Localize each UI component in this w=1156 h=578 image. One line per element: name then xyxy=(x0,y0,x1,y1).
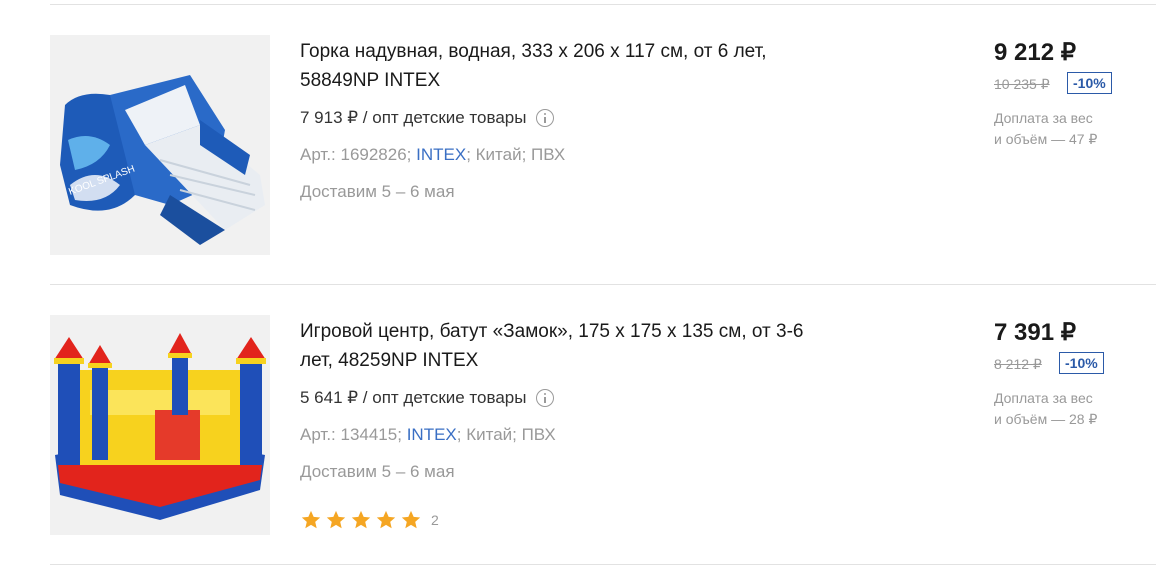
star-icon xyxy=(376,510,396,529)
wholesale-price-text: 7 913 ₽ / опт детские товары xyxy=(300,108,527,127)
star-icon xyxy=(401,510,421,529)
product-title-line: лет, 48259NP INTEX xyxy=(300,350,479,371)
inflatable-castle-bouncer-image xyxy=(50,315,270,535)
surcharge-line: Доплата за вес xyxy=(994,110,1093,126)
product-title-line: Горка надувная, водная, 333 х 206 х 117 … xyxy=(300,41,767,62)
wholesale-price-text: 5 641 ₽ / опт детские товары xyxy=(300,388,527,407)
rating[interactable]: 2 xyxy=(300,509,439,531)
current-price: 7 391 ₽ xyxy=(994,319,1076,346)
discount-badge: -10% xyxy=(1067,72,1112,94)
star-icon xyxy=(301,510,321,529)
star-icon xyxy=(326,510,346,529)
review-count[interactable]: 2 xyxy=(431,512,439,528)
inflatable-water-slide-image: KOOL SPLASH xyxy=(50,35,270,255)
info-icon[interactable] xyxy=(536,389,555,407)
wholesale-price: 5 641 ₽ / опт детские товары xyxy=(300,388,555,408)
surcharge-line: Доплата за вес xyxy=(994,390,1093,406)
product-title[interactable]: Игровой центр, батут «Замок», 175 х 175 … xyxy=(300,317,900,375)
product-meta: Арт.: 134415; INTEX; Китай; ПВХ xyxy=(300,425,556,445)
old-price: 10 235 ₽ xyxy=(994,76,1050,92)
article-number: Арт.: 134415; xyxy=(300,425,402,444)
weight-surcharge: Доплата за вес и объём — 47 ₽ xyxy=(994,108,1144,150)
country-material: ; Китай; ПВХ xyxy=(456,425,556,444)
product-image[interactable]: KOOL SPLASH xyxy=(50,35,270,255)
product-title-line: 58849NP INTEX xyxy=(300,70,441,91)
old-price: 8 212 ₽ xyxy=(994,356,1042,372)
delivery-info: Доставим 5 – 6 мая xyxy=(300,182,455,201)
weight-surcharge: Доплата за вес и объём — 28 ₽ xyxy=(994,388,1144,430)
product-title[interactable]: Горка надувная, водная, 333 х 206 х 117 … xyxy=(300,37,900,95)
product-card: Игровой центр, батут «Замок», 175 х 175 … xyxy=(0,280,1156,560)
product-meta: Арт.: 1692826; INTEX; Китай; ПВХ xyxy=(300,145,565,165)
discount-badge: -10% xyxy=(1059,352,1104,374)
star-icon xyxy=(351,510,371,529)
surcharge-line: и объём — 28 ₽ xyxy=(994,411,1098,427)
bottom-divider xyxy=(50,564,1156,565)
surcharge-line: и объём — 47 ₽ xyxy=(994,131,1098,147)
delivery-info: Доставим 5 – 6 мая xyxy=(300,462,455,481)
article-number: Арт.: 1692826; xyxy=(300,145,412,164)
rating-stars xyxy=(300,509,425,531)
product-image[interactable] xyxy=(50,315,270,535)
product-title-line: Игровой центр, батут «Замок», 175 х 175 … xyxy=(300,321,804,342)
current-price: 9 212 ₽ xyxy=(994,39,1076,66)
brand-link[interactable]: INTEX xyxy=(416,145,466,164)
brand-link[interactable]: INTEX xyxy=(407,425,457,444)
info-icon[interactable] xyxy=(536,109,555,127)
wholesale-price: 7 913 ₽ / опт детские товары xyxy=(300,108,555,128)
product-card: KOOL SPLASH Горка надувная, водная, 333 … xyxy=(0,0,1156,280)
country-material: ; Китай; ПВХ xyxy=(466,145,566,164)
